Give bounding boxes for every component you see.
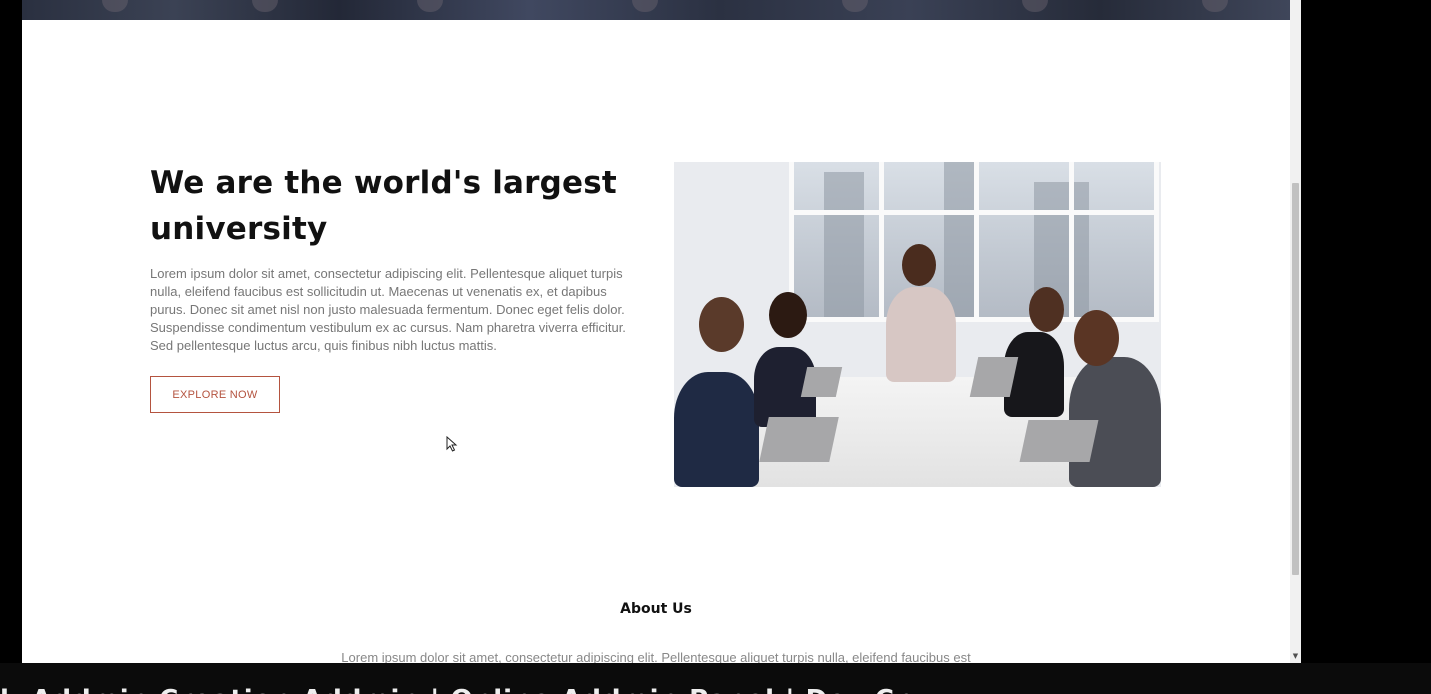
video-caption-band: l: Addmin Creation Addmin | Online Addmi… — [0, 663, 1431, 694]
about-us-text: Lorem ipsum dolor sit amet, consectetur … — [341, 650, 971, 663]
web-page: We are the world's largest university Lo… — [22, 0, 1290, 663]
section-body-text: Lorem ipsum dolor sit amet, consectetur … — [150, 266, 626, 353]
explore-now-button[interactable]: EXPLORE NOW — [150, 376, 280, 413]
scroll-down-arrow-icon[interactable]: ▼ — [1292, 652, 1299, 660]
vertical-scrollbar[interactable]: ▼ — [1290, 0, 1301, 663]
hero-image-strip — [22, 0, 1290, 20]
caption-text: l: Addmin Creation Addmin | Online Addmi… — [0, 685, 909, 694]
scrollbar-thumb[interactable] — [1292, 183, 1299, 575]
about-us-title: About Us — [620, 601, 692, 617]
section-headline: We are the world's largest university — [150, 165, 617, 247]
meeting-photo — [674, 162, 1161, 487]
